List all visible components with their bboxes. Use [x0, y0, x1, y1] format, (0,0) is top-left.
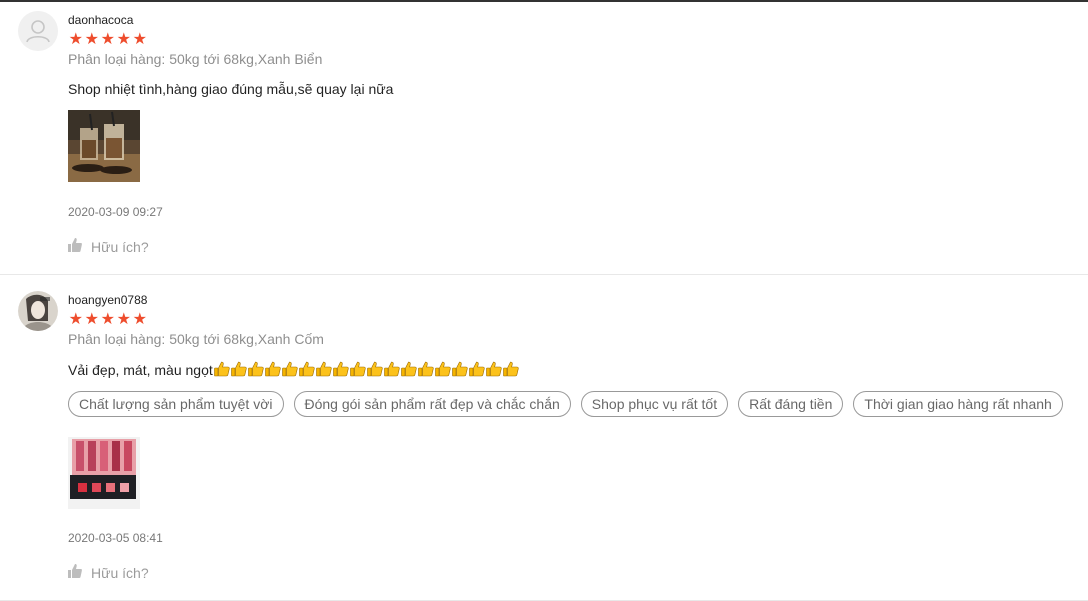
user-photo-avatar[interactable]: [18, 291, 58, 331]
thumbs-up-emoji: [230, 361, 247, 377]
review-tag[interactable]: Chất lượng sản phẩm tuyệt vời: [68, 391, 284, 417]
thumbs-up-emoji: [264, 361, 281, 377]
review-tag[interactable]: Shop phục vụ rất tốt: [580, 391, 729, 417]
review-timestamp: 2020-03-05 08:41: [68, 531, 163, 545]
star-icon: ★: [100, 311, 116, 328]
review-item: daonhacoca ★★★★★ Phân loại hàng: 50kg tớ…: [0, 2, 1088, 275]
star-icon: ★: [132, 31, 148, 48]
thumbs-up-emoji: [332, 361, 349, 377]
review-comment: Shop nhiệt tình,hàng giao đúng mẫu,sẽ qu…: [68, 81, 394, 97]
star-icon: ★: [84, 311, 100, 328]
helpful-label: Hữu ích?: [91, 564, 149, 581]
reviewer-username[interactable]: daonhacoca: [68, 13, 133, 27]
review-photo[interactable]: [68, 437, 140, 509]
star-icon: ★: [116, 31, 132, 48]
review-tag[interactable]: Thời gian giao hàng rất nhanh: [853, 391, 1063, 417]
thumbs-up-icon: [68, 564, 82, 581]
star-icon: ★: [100, 31, 116, 48]
review-photo[interactable]: [68, 110, 140, 182]
thumbs-up-emoji: [468, 361, 485, 377]
thumbs-up-emoji: [451, 361, 468, 377]
rating-stars: ★★★★★: [68, 312, 148, 328]
star-icon: ★: [68, 31, 84, 48]
review-tag[interactable]: Rất đáng tiền: [738, 391, 844, 417]
thumbs-up-emoji: [400, 361, 417, 377]
review-timestamp: 2020-03-09 09:27: [68, 205, 163, 219]
thumbs-up-emoji: [315, 361, 332, 377]
thumbs-up-emoji: [349, 361, 366, 377]
thumbs-up-emoji: [213, 361, 230, 377]
review-tag[interactable]: Đóng gói sản phẩm rất đẹp và chắc chắn: [293, 391, 571, 417]
helpful-label: Hữu ích?: [91, 238, 149, 255]
thumbs-up-emoji: [298, 361, 315, 377]
helpful-button[interactable]: Hữu ích?: [68, 238, 149, 255]
thumbs-up-emoji: [434, 361, 451, 377]
star-icon: ★: [84, 31, 100, 48]
helpful-button[interactable]: Hữu ích?: [68, 564, 149, 581]
thumbs-up-emoji: [247, 361, 264, 377]
reviewer-username[interactable]: hoangyen0788: [68, 293, 147, 307]
product-variation: Phân loại hàng: 50kg tới 68kg,Xanh Biển: [68, 51, 323, 67]
thumbs-up-emoji: [417, 361, 434, 377]
star-icon: ★: [116, 311, 132, 328]
product-variation: Phân loại hàng: 50kg tới 68kg,Xanh Cốm: [68, 331, 324, 347]
star-icon: ★: [68, 311, 84, 328]
thumbs-up-emoji: [366, 361, 383, 377]
thumbs-up-emoji-row: [213, 361, 519, 378]
thumbs-up-emoji: [281, 361, 298, 377]
thumbs-up-emoji: [485, 361, 502, 377]
default-user-icon[interactable]: [18, 11, 58, 51]
thumbs-up-icon: [68, 238, 82, 255]
review-tags: Chất lượng sản phẩm tuyệt vời Đóng gói s…: [68, 391, 1063, 417]
review-comment: Vải đẹp, mát, màu ngọt: [68, 361, 519, 378]
rating-stars: ★★★★★: [68, 32, 148, 48]
star-icon: ★: [132, 311, 148, 328]
thumbs-up-emoji: [502, 361, 519, 377]
thumbs-up-emoji: [383, 361, 400, 377]
review-comment-text: Vải đẹp, mát, màu ngọt: [68, 362, 213, 378]
review-item: hoangyen0788 ★★★★★ Phân loại hàng: 50kg …: [0, 275, 1088, 601]
